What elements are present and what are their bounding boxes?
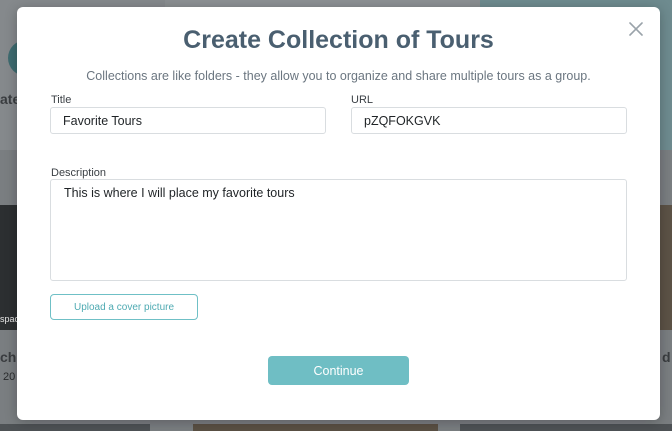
create-collection-modal: Create Collection of Tours Collections a…	[17, 7, 660, 420]
title-field-label: Title	[51, 94, 72, 106]
description-field-label: Description	[51, 167, 107, 179]
background-card-edge	[193, 424, 438, 431]
url-input[interactable]: pZQFOKGVK	[351, 107, 627, 134]
background-card-date-fragment: 20	[3, 371, 16, 383]
background-card-edge	[460, 424, 672, 431]
title-input[interactable]: Favorite Tours	[50, 107, 326, 134]
modal-title: Create Collection of Tours	[183, 26, 494, 54]
url-field-label: URL	[351, 94, 374, 106]
background-card-edge	[0, 424, 150, 431]
continue-button[interactable]: Continue	[268, 356, 409, 385]
upload-cover-picture-button[interactable]: Upload a cover picture	[50, 294, 198, 320]
background-card-title-fragment: d	[662, 349, 671, 365]
description-textarea[interactable]: This is where I will place my favorite t…	[50, 179, 627, 281]
modal-subtitle: Collections are like folders - they allo…	[86, 69, 591, 83]
background-thumbnail	[0, 205, 18, 330]
